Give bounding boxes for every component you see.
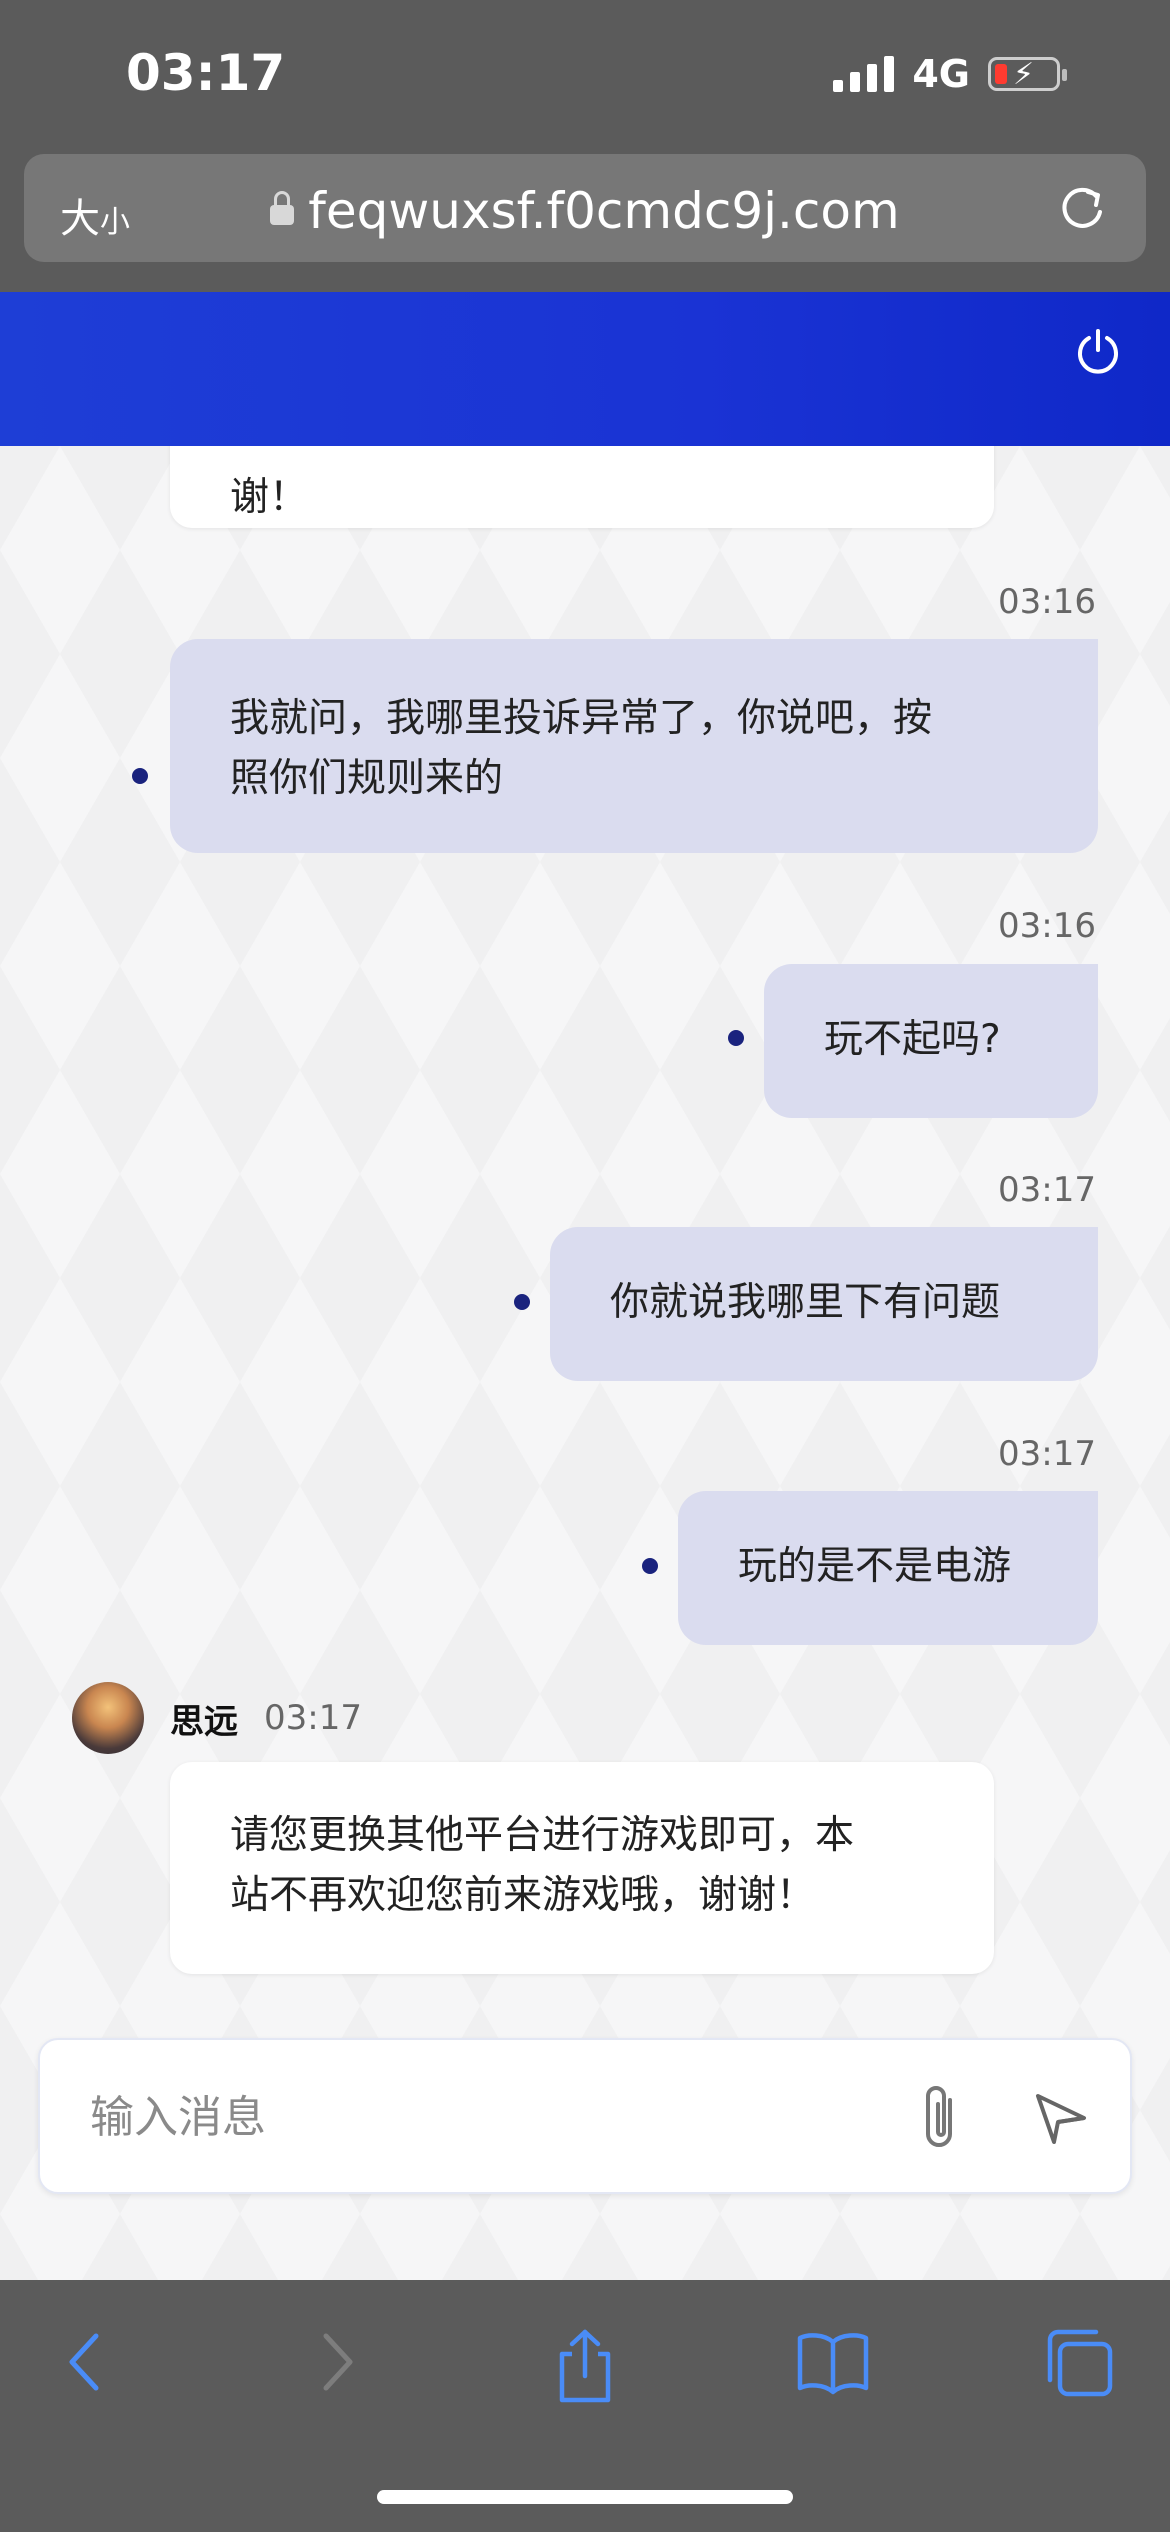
agent-message-timestamp: 03:17 <box>264 1698 362 1738</box>
attachment-icon[interactable] <box>912 2080 968 2160</box>
browser-address-area: 大小 feqwuxsf.f0cmdc9j.com <box>0 150 1170 292</box>
agent-info: 思远 03:17 <box>72 1682 362 1754</box>
message-line: 请您更换其他平台进行游戏即可，本 <box>230 1813 855 1858</box>
user-message: 我就问，我哪里投诉异常了，你说吧，按 照你们规则来的 <box>170 639 1098 853</box>
lock-icon <box>270 190 295 225</box>
message-line: 你就说我哪里下有问题 <box>610 1280 1001 1325</box>
chat-messages[interactable]: 谢！ 03:16 我就问，我哪里投诉异常了，你说吧，按 照你们规则来的 03:1… <box>0 446 1170 2280</box>
message-text: 谢！ <box>230 475 309 520</box>
sent-dot-icon <box>728 1030 744 1046</box>
sent-dot-icon <box>642 1558 658 1574</box>
bookmarks-icon[interactable] <box>794 2326 872 2402</box>
forward-icon[interactable] <box>312 2326 362 2402</box>
status-bar: 03:17 4G ⚡ <box>0 0 1170 150</box>
user-message: 玩不起吗? <box>764 964 1098 1118</box>
message-timestamp: 03:16 <box>998 582 1096 622</box>
agent-name: 思远 <box>170 1701 238 1742</box>
send-icon[interactable] <box>1028 2084 1092 2152</box>
message-line: 我就问，我哪里投诉异常了，你说吧，按 <box>230 696 933 741</box>
sent-dot-icon <box>132 768 148 784</box>
battery-charging-icon: ⚡ <box>988 57 1067 92</box>
agent-message: 请您更换其他平台进行游戏即可，本 站不再欢迎您前来游戏哦，谢谢！ <box>170 1762 994 1974</box>
message-line: 玩不起吗? <box>824 1017 1001 1062</box>
cellular-signal-icon <box>833 56 895 92</box>
message-input[interactable] <box>88 2080 872 2154</box>
avatar[interactable] <box>72 1682 144 1754</box>
message-timestamp: 03:17 <box>998 1434 1096 1474</box>
reload-icon[interactable] <box>1056 182 1108 238</box>
home-indicator <box>377 2490 793 2504</box>
tabs-icon[interactable] <box>1042 2326 1116 2404</box>
agent-message-previous: 谢！ <box>170 446 994 528</box>
message-line: 照你们规则来的 <box>230 756 504 801</box>
user-message: 玩的是不是电游 <box>678 1491 1098 1645</box>
message-composer <box>38 2038 1132 2194</box>
browser-toolbar <box>0 2280 1170 2532</box>
message-line: 站不再欢迎您前来游戏哦，谢谢！ <box>230 1873 816 1918</box>
message-timestamp: 03:16 <box>998 906 1096 946</box>
back-icon[interactable] <box>60 2326 110 2402</box>
sent-dot-icon <box>514 1294 530 1310</box>
address-bar[interactable]: 大小 feqwuxsf.f0cmdc9j.com <box>24 154 1146 262</box>
chat-header <box>0 292 1170 446</box>
user-message: 你就说我哪里下有问题 <box>550 1227 1098 1381</box>
status-indicators: 4G ⚡ <box>833 52 1067 96</box>
status-time: 03:17 <box>126 44 286 102</box>
url-text: feqwuxsf.f0cmdc9j.com <box>308 182 900 240</box>
message-line: 玩的是不是电游 <box>738 1544 1012 1589</box>
url-display[interactable]: feqwuxsf.f0cmdc9j.com <box>24 182 1146 240</box>
network-type: 4G <box>912 52 970 96</box>
power-icon[interactable] <box>1072 326 1124 382</box>
share-icon[interactable] <box>550 2326 620 2410</box>
message-timestamp: 03:17 <box>998 1170 1096 1210</box>
